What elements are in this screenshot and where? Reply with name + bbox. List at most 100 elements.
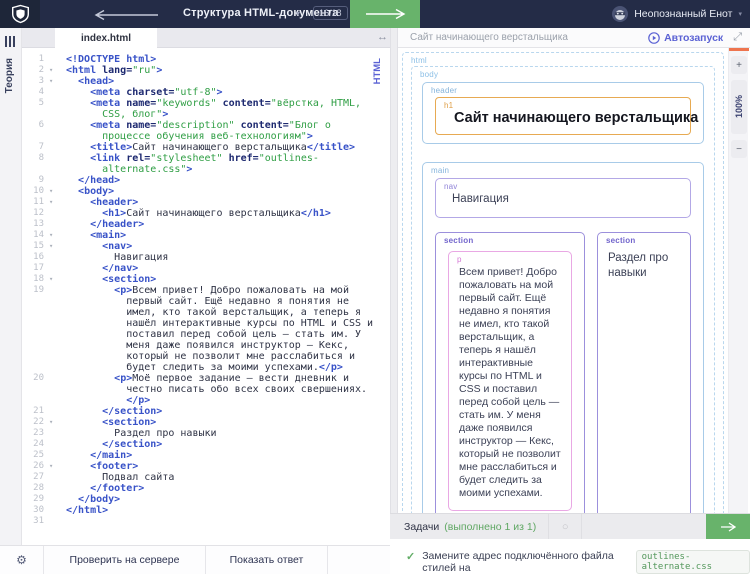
- forward-arrow-icon: [364, 8, 406, 20]
- editor-bottom-bar: ⚙ Проверить на сервере Показать ответ: [0, 545, 390, 574]
- line-number: 15: [22, 241, 44, 252]
- line-number: 27: [22, 472, 44, 483]
- code-text: </html>: [66, 505, 382, 516]
- line-number: 8: [22, 153, 44, 164]
- line-number: 16: [22, 252, 44, 263]
- hamburger-menu-icon[interactable]: [5, 36, 15, 47]
- resize-handle-icon[interactable]: ↔: [377, 31, 388, 43]
- code-line-30[interactable]: 30</html>: [22, 505, 390, 516]
- code-line-12[interactable]: 12<h1>Сайт начинающего верстальщика</h1>: [22, 208, 390, 219]
- code-line-20[interactable]: 20<p>Моё первое задание — вести дневник …: [22, 373, 390, 406]
- code-editor[interactable]: 1<!DOCTYPE html>2▾<html lang="ru">3▾<hea…: [22, 48, 390, 545]
- code-line-22[interactable]: 22▾<section>: [22, 417, 390, 428]
- code-text: <link rel="stylesheet" href="outlines-al…: [66, 153, 382, 175]
- tasks-next-button[interactable]: [706, 514, 750, 540]
- htmlacademy-logo-icon[interactable]: [0, 0, 40, 28]
- code-line-9[interactable]: 9 </head>: [22, 175, 390, 186]
- code-line-3[interactable]: 3▾<head>: [22, 76, 390, 87]
- zoom-in-button[interactable]: +: [731, 56, 747, 74]
- tab-index-html[interactable]: index.html: [55, 28, 157, 48]
- check-icon: ✓: [406, 550, 415, 563]
- line-number: 19: [22, 285, 44, 296]
- line-number: 23: [22, 428, 44, 439]
- code-line-31[interactable]: 31: [22, 516, 390, 527]
- code-line-1[interactable]: 1<!DOCTYPE html>: [22, 54, 390, 65]
- code-line-14[interactable]: 14▾<main>: [22, 230, 390, 241]
- app-window: Структура HTML-документа ▾ 16/18 Неопозн…: [0, 0, 750, 574]
- show-answer-button[interactable]: Показать ответ: [206, 546, 328, 574]
- preview-paragraph-1: Всем привет! Добро пожаловать на мой пер…: [459, 266, 561, 500]
- preview-nav-text: Навигация: [452, 193, 690, 205]
- line-number: 18: [22, 274, 44, 285]
- preview-page-title: Сайт начинающего верстальщика: [410, 32, 648, 43]
- settings-button[interactable]: ⚙: [0, 546, 44, 574]
- code-line-5[interactable]: 5<meta name="keywords" content="вёрстка,…: [22, 98, 390, 120]
- code-line-18[interactable]: 18▾<section>: [22, 274, 390, 285]
- fullscreen-icon[interactable]: ⤢: [733, 31, 742, 44]
- code-line-8[interactable]: 8 <link rel="stylesheet" href="outlines-a…: [22, 153, 390, 175]
- code-line-6[interactable]: 6<meta name="description" content="Блог …: [22, 120, 390, 142]
- outline-box-p-1: p Всем привет! Добро пожаловать на мой п…: [448, 251, 572, 511]
- user-menu[interactable]: Неопознанный Енот ▾: [612, 0, 742, 28]
- fold-marker-icon[interactable]: ▾: [49, 241, 53, 252]
- pane-divider[interactable]: [390, 28, 398, 539]
- fold-marker-icon[interactable]: ▾: [49, 197, 53, 208]
- theory-sidebar: Теория: [0, 28, 22, 545]
- code-text: </section>: [66, 406, 382, 417]
- code-text: Раздел про навыки: [66, 428, 382, 439]
- code-line-29[interactable]: 29</body>: [22, 494, 390, 505]
- code-line-17[interactable]: 17</nav>: [22, 263, 390, 274]
- code-line-13[interactable]: 13</header>: [22, 219, 390, 230]
- outline-box-header: header h1 Сайт начинающего верстальщика: [422, 82, 704, 144]
- sidebar-item-theory[interactable]: Теория: [4, 58, 15, 93]
- autorun-toggle[interactable]: Автозапуск: [648, 32, 723, 44]
- line-number: 4: [22, 87, 44, 98]
- code-text: <section>: [66, 417, 382, 428]
- code-line-21[interactable]: 21 </section>: [22, 406, 390, 417]
- outline-label-p: p: [457, 255, 462, 264]
- code-line-7[interactable]: 7<title>Сайт начинающего верстальщика</t…: [22, 142, 390, 153]
- fold-marker-icon[interactable]: ▾: [49, 417, 53, 428]
- back-arrow-icon[interactable]: [92, 8, 160, 26]
- code-line-11[interactable]: 11▾<header>: [22, 197, 390, 208]
- code-text: <p>Всем привет! Добро пожаловать на мой …: [66, 285, 382, 373]
- preview-section-2-text: Раздел про навыки: [608, 251, 680, 281]
- fold-marker-icon[interactable]: ▾: [49, 461, 53, 472]
- check-server-button[interactable]: Проверить на сервере: [44, 546, 206, 574]
- code-line-2[interactable]: 2▾<html lang="ru">: [22, 65, 390, 76]
- tasks-bar: Задачи (выполнено 1 из 1) ○: [390, 513, 750, 539]
- fold-marker-icon[interactable]: ▾: [49, 76, 53, 87]
- outline-box-nav: nav Навигация: [435, 178, 691, 218]
- zoom-out-button[interactable]: −: [731, 140, 747, 158]
- code-line-15[interactable]: 15▾<nav>: [22, 241, 390, 252]
- chevron-down-icon[interactable]: ▾: [296, 9, 300, 18]
- code-line-16[interactable]: 16Навигация: [22, 252, 390, 263]
- code-text: <body>: [66, 186, 382, 197]
- code-line-10[interactable]: 10▾<body>: [22, 186, 390, 197]
- task-status-icon[interactable]: ○: [548, 514, 582, 540]
- line-number: 7: [22, 142, 44, 153]
- outline-label-h1: h1: [444, 101, 453, 110]
- code-text: </head>: [66, 175, 382, 186]
- code-line-19[interactable]: 19 <p>Всем привет! Добро пожаловать на мо…: [22, 285, 390, 373]
- code-line-25[interactable]: 25</main>: [22, 450, 390, 461]
- code-text: <main>: [66, 230, 382, 241]
- fold-marker-icon[interactable]: ▾: [49, 186, 53, 197]
- code-line-27[interactable]: 27Подвал сайта: [22, 472, 390, 483]
- fold-marker-icon[interactable]: ▾: [49, 65, 53, 76]
- code-text: <h1>Сайт начинающего верстальщика</h1>: [66, 208, 382, 219]
- line-number: 28: [22, 483, 44, 494]
- code-line-24[interactable]: 24</section>: [22, 439, 390, 450]
- code-line-26[interactable]: 26▾<footer>: [22, 461, 390, 472]
- line-number: 9: [22, 175, 44, 186]
- code-line-23[interactable]: 23 Раздел про навыки: [22, 428, 390, 439]
- language-badge: HTML: [372, 58, 383, 84]
- next-task-button[interactable]: [350, 0, 420, 28]
- code-line-28[interactable]: 28</footer>: [22, 483, 390, 494]
- preview-h1-text: Сайт начинающего верстальщика: [454, 110, 690, 126]
- code-lines: 1<!DOCTYPE html>2▾<html lang="ru">3▾<hea…: [22, 54, 390, 527]
- code-line-4[interactable]: 4<meta charset="utf-8">: [22, 87, 390, 98]
- fold-marker-icon[interactable]: ▾: [49, 230, 53, 241]
- fold-marker-icon[interactable]: ▾: [49, 274, 53, 285]
- line-number: 21: [22, 406, 44, 417]
